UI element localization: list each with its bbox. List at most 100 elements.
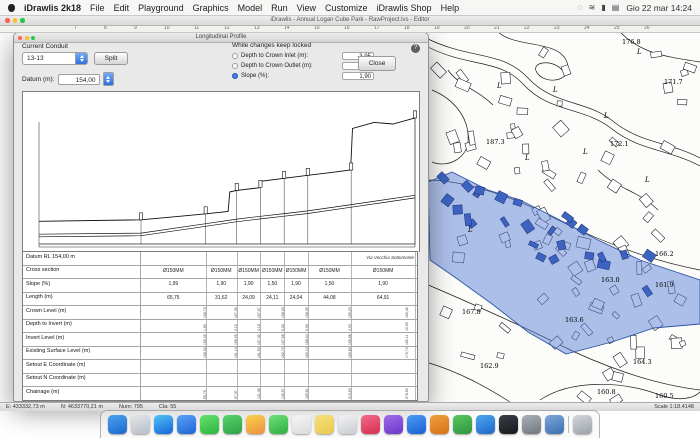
radio-icon[interactable] (232, 63, 238, 69)
table-row: Datum RL 154,00 mVia Vecchia Sottomonte (23, 252, 417, 265)
table-cell[interactable]: 1,50 (260, 281, 284, 287)
rotated-value: 97,37 (234, 390, 238, 399)
step-down-icon[interactable] (106, 80, 110, 83)
rotated-value: 157,68 (281, 334, 285, 345)
table-cell[interactable]: Ø150MM (284, 268, 308, 274)
apple-menu-icon[interactable] (8, 4, 15, 12)
dock-icon-music[interactable] (361, 415, 380, 434)
dock-icon-terminal[interactable] (499, 415, 518, 434)
wifi-icon[interactable]: ≋ (589, 3, 596, 12)
dock[interactable] (100, 410, 600, 438)
dock-icon-settings[interactable] (522, 415, 541, 434)
dock-icon-notes[interactable] (315, 415, 334, 434)
menu-item-customize[interactable]: Customize (325, 3, 368, 13)
spot-elevation-label: 160.8 (597, 388, 616, 396)
dock-icon-trash[interactable] (573, 415, 592, 434)
search-icon[interactable]: ◌ (578, 3, 583, 12)
dock-icon-reminders[interactable] (338, 415, 357, 434)
row-header: Setout N Coordinate (m) (23, 374, 141, 387)
dock-icon-safari[interactable] (154, 415, 173, 434)
dock-icon-pages[interactable] (430, 415, 449, 434)
rotated-value: 4,15 (234, 324, 238, 331)
table-cell[interactable]: 1,50 (308, 281, 351, 287)
rotated-value: 65,75 (203, 390, 207, 399)
table-cell[interactable]: 65,75 (141, 295, 206, 301)
table-cell[interactable]: 1,90 (237, 281, 261, 287)
menu-item-playground[interactable]: Playground (138, 3, 184, 13)
rotated-value: 161,10 (234, 348, 238, 359)
zoom-window-icon[interactable] (20, 18, 25, 23)
window-traffic-lights[interactable] (5, 18, 25, 23)
table-cell[interactable]: Ø150MM (237, 268, 261, 274)
menu-item-edit[interactable]: Edit (114, 3, 130, 13)
table-cell[interactable]: 1,90 (206, 281, 237, 287)
table-cell[interactable]: Ø150MM (260, 268, 284, 274)
dock-icon-messages[interactable] (200, 415, 219, 434)
menu-item-view[interactable]: View (297, 3, 316, 13)
dock-icon-keynote[interactable] (476, 415, 495, 434)
panel-close-icon[interactable] (18, 36, 22, 40)
menu-item-help[interactable]: Help (441, 3, 460, 13)
radio-selected-icon[interactable] (232, 73, 238, 79)
dock-icon-facetime[interactable] (269, 415, 288, 434)
table-cell[interactable]: 1,90 (351, 281, 415, 287)
conduit-select[interactable]: 13-13 (22, 52, 88, 65)
table-cell[interactable]: Ø150MM (141, 268, 206, 274)
dock-icon-finder[interactable] (108, 415, 127, 434)
app-menu-name[interactable]: iDrawlis 2k18 (24, 3, 81, 13)
control-center-icon[interactable]: ▤ (612, 3, 620, 12)
panel-minimize-icon[interactable] (25, 36, 29, 40)
grid-line (415, 374, 416, 387)
minimize-window-icon[interactable] (13, 18, 18, 23)
rotated-value: 155,10 (141, 334, 142, 345)
menubar-clock[interactable]: Gio 22 mar 14:24 (626, 3, 692, 13)
table-cell[interactable]: 1,90 (284, 281, 308, 287)
grid-line (206, 252, 207, 265)
option-value-field[interactable]: 1,90 (342, 72, 374, 81)
close-window-icon[interactable] (5, 18, 10, 23)
table-cell[interactable]: 64,91 (351, 295, 415, 301)
table-cell[interactable]: 24,11 (260, 295, 284, 301)
dock-icon-app-store[interactable] (407, 415, 426, 434)
panel-traffic-lights[interactable] (18, 36, 35, 40)
split-button[interactable]: Split (94, 52, 128, 65)
table-cell[interactable]: 24,04 (284, 295, 308, 301)
window-titlebar[interactable]: iDrawlis - Annual Logan Cube Park - RawP… (0, 16, 700, 26)
dock-icon-launchpad[interactable] (131, 415, 150, 434)
step-up-icon[interactable] (80, 55, 84, 58)
rotated-value: 10,59 (405, 323, 409, 332)
close-button[interactable]: Close (358, 56, 396, 71)
step-up-icon[interactable] (106, 76, 110, 79)
radio-icon[interactable] (232, 53, 238, 59)
dock-icon-calendar[interactable] (292, 415, 311, 434)
help-icon[interactable]: ? (411, 44, 420, 53)
datum-stepper[interactable] (103, 72, 114, 86)
dock-icon-maps[interactable] (223, 415, 242, 434)
step-down-icon[interactable] (80, 59, 84, 62)
row-header: Datum RL 154,00 m (23, 252, 141, 265)
dock-icon-photos[interactable] (246, 415, 265, 434)
conduit-stepper[interactable] (75, 53, 87, 64)
table-cell[interactable]: 44,08 (308, 295, 351, 301)
table-cell[interactable]: Ø150MM (308, 268, 351, 274)
table-cell[interactable]: 1,99 (141, 281, 206, 287)
battery-icon[interactable]: ▮ (601, 3, 605, 12)
menu-item-graphics[interactable]: Graphics (193, 3, 229, 13)
spot-elevation-label: 163.0 (601, 276, 620, 284)
menu-item-idrawlis-shop[interactable]: iDrawlis Shop (377, 3, 432, 13)
dock-icon-xcode[interactable] (545, 415, 564, 434)
menu-item-model[interactable]: Model (238, 3, 263, 13)
table-cell[interactable]: Ø150MM (351, 268, 415, 274)
row-cells: 0,0065,7597,37121,46145,57169,61213,6927… (141, 387, 417, 400)
table-cell[interactable]: Ø150MM (206, 268, 237, 274)
panel-zoom-icon[interactable] (31, 36, 35, 40)
datum-field[interactable]: 154,00 (58, 74, 100, 85)
menu-item-run[interactable]: Run (271, 3, 288, 13)
dock-icon-numbers[interactable] (453, 415, 472, 434)
table-cell[interactable]: 24,09 (237, 295, 261, 301)
table-cell[interactable]: 31,62 (206, 295, 237, 301)
menu-item-file[interactable]: File (90, 3, 105, 13)
dock-icon-podcasts[interactable] (384, 415, 403, 434)
dock-icon-mail[interactable] (177, 415, 196, 434)
map-symbol-label: L (582, 148, 588, 156)
